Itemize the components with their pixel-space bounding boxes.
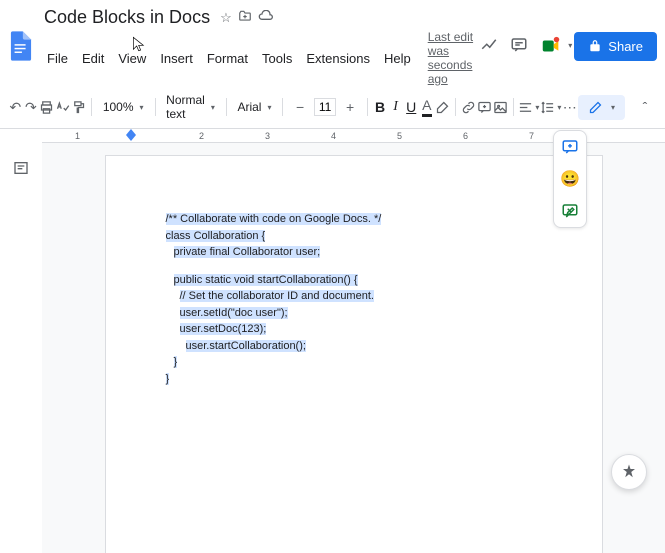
menu-insert[interactable]: Insert [153, 48, 200, 69]
code-line: user.startCollaboration(); [186, 340, 306, 352]
editing-mode-button[interactable]: ▾ [578, 95, 625, 120]
menu-help[interactable]: Help [377, 48, 418, 69]
italic-button[interactable]: I [388, 95, 403, 119]
undo-button[interactable]: ↶ [8, 95, 23, 119]
menu-tools[interactable]: Tools [255, 48, 299, 69]
ruler-tick: 7 [529, 131, 534, 141]
zoom-select[interactable]: 100%▾ [97, 97, 150, 117]
font-select[interactable]: Arial▾ [231, 97, 277, 117]
comment-tools: 😀 [553, 130, 587, 228]
ruler-tick: 4 [331, 131, 336, 141]
ruler-tick: 6 [463, 131, 468, 141]
insert-link-button[interactable] [461, 95, 476, 119]
code-line: } [174, 356, 178, 368]
code-line: class Collaboration { [166, 230, 266, 242]
code-line: user.setDoc(123); [180, 323, 267, 335]
cloud-status-icon[interactable] [258, 10, 274, 25]
insert-image-button[interactable] [493, 95, 508, 119]
explore-button[interactable] [611, 454, 647, 490]
highlight-button[interactable] [435, 95, 450, 119]
code-line: user.setId("doc user"); [180, 307, 288, 319]
ruler-tick: 5 [397, 131, 402, 141]
selected-code-block[interactable]: /** Collaborate with code on Google Docs… [166, 211, 542, 387]
suggest-edits-button[interactable] [554, 195, 586, 227]
chevron-down-icon: ▾ [535, 103, 539, 112]
spellcheck-button[interactable] [55, 95, 70, 119]
code-line: // Set the collaborator ID and document. [180, 290, 374, 302]
pencil-icon [588, 100, 603, 115]
first-line-indent[interactable] [126, 135, 136, 141]
chevron-down-icon: ▾ [211, 103, 215, 112]
toolbar: ↶ ↷ 100%▾ Normal text▾ Arial▾ − + B I U … [0, 86, 665, 129]
add-emoji-button[interactable]: 😀 [554, 163, 586, 195]
code-line: public static void startCollaboration() … [174, 274, 358, 286]
chevron-down-icon: ▾ [557, 103, 561, 112]
menu-format[interactable]: Format [200, 48, 255, 69]
hide-menus-button[interactable]: ˆ [633, 95, 657, 119]
insert-comment-button[interactable] [477, 95, 492, 119]
code-line: private final Collaborator user; [174, 246, 321, 258]
increase-font-button[interactable]: + [338, 95, 362, 119]
star-icon[interactable]: ☆ [220, 10, 232, 26]
menu-extensions[interactable]: Extensions [299, 48, 377, 69]
ruler-tick: 1 [75, 131, 80, 141]
redo-button[interactable]: ↷ [24, 95, 39, 119]
align-button[interactable]: ▾ [518, 95, 539, 119]
document-title[interactable]: Code Blocks in Docs [40, 6, 214, 29]
chevron-down-icon: ▾ [568, 41, 572, 50]
ruler-tick: 3 [265, 131, 270, 141]
share-button[interactable]: Share [574, 32, 657, 61]
line-spacing-button[interactable]: ▾ [540, 95, 561, 119]
meet-icon[interactable]: ▾ [540, 35, 562, 57]
explore-icon [620, 463, 638, 481]
menu-edit[interactable]: Edit [75, 48, 111, 69]
move-icon[interactable] [238, 9, 252, 26]
add-comment-button[interactable] [554, 131, 586, 163]
activity-icon[interactable] [480, 36, 498, 57]
share-label: Share [608, 39, 643, 54]
outline-toggle-button[interactable] [10, 157, 32, 182]
left-indent[interactable] [126, 129, 136, 135]
print-button[interactable] [39, 95, 54, 119]
page[interactable]: /** Collaborate with code on Google Docs… [105, 155, 603, 553]
paint-format-button[interactable] [71, 95, 86, 119]
font-size-input[interactable] [314, 98, 336, 116]
menu-view[interactable]: View [111, 48, 153, 69]
chevron-down-icon: ▾ [140, 103, 144, 112]
style-select[interactable]: Normal text▾ [160, 90, 221, 124]
text-color-button[interactable]: A [420, 95, 435, 119]
bold-button[interactable]: B [373, 95, 388, 119]
last-edit-link[interactable]: Last edit was seconds ago [428, 30, 481, 86]
menu-file[interactable]: File [40, 48, 75, 69]
code-line: } [166, 373, 170, 385]
ruler-tick: 2 [199, 131, 204, 141]
decrease-font-button[interactable]: − [288, 95, 312, 119]
code-line: /** Collaborate with code on Google Docs… [166, 213, 382, 225]
lock-icon [588, 39, 602, 53]
more-button[interactable]: ⋯ [562, 95, 577, 119]
chevron-down-icon: ▾ [267, 103, 271, 112]
docs-logo[interactable] [8, 29, 34, 63]
underline-button[interactable]: U [404, 95, 419, 119]
comment-history-icon[interactable] [510, 36, 528, 57]
chevron-down-icon: ▾ [611, 103, 615, 112]
